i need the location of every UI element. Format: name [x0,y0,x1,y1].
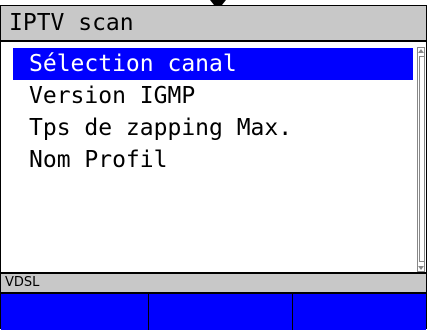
scroll-up-arrow-icon[interactable] [418,49,424,53]
softkey-bar [1,292,426,330]
softkey-2[interactable] [149,294,293,330]
menu-list: Sélection canal Version IGMP Tps de zapp… [1,42,426,292]
scroll-down-arrow-icon[interactable] [418,266,424,270]
menu-item-tps-zapping-max[interactable]: Tps de zapping Max. [13,112,413,144]
menu-item-nom-profil[interactable]: Nom Profil [13,144,413,176]
status-bar: VDSL [1,272,426,292]
menu-item-version-igmp[interactable]: Version IGMP [13,80,413,112]
device-screen: IPTV scan Sélection canal Version IGMP T… [0,5,427,330]
softkey-1[interactable] [1,294,149,330]
softkey-3[interactable] [293,294,426,330]
status-text: VDSL [5,275,40,290]
page-title: IPTV scan [9,10,134,36]
scrollbar[interactable] [417,47,425,272]
title-bar: IPTV scan [1,6,426,42]
menu-item-selection-canal[interactable]: Sélection canal [13,48,413,80]
scrollbar-thumb[interactable] [419,56,425,262]
